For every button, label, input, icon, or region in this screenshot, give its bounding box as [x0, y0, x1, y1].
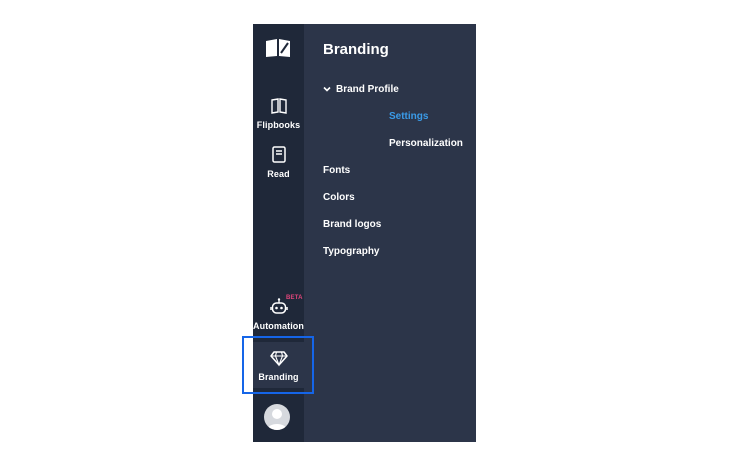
- menu-item-typography[interactable]: Typography: [323, 246, 379, 257]
- rail-item-label: Flipbooks: [256, 120, 301, 130]
- app-shell: Flipbooks Read BETA Automation Branding …: [253, 24, 476, 442]
- menu-item-fonts[interactable]: Fonts: [323, 165, 350, 176]
- menu-item-label: Typography: [323, 246, 380, 257]
- branding-panel: Branding Brand Profile Settings Personal…: [304, 24, 476, 442]
- rail-item-label: Automation: [253, 321, 304, 331]
- beta-badge: BETA: [286, 295, 303, 301]
- menu-item-label: Settings: [389, 111, 429, 122]
- panel-title: Branding: [323, 41, 389, 58]
- document-icon: [271, 146, 286, 163]
- logo-icon[interactable]: [265, 38, 291, 58]
- nav-rail: Flipbooks Read BETA Automation Branding: [253, 24, 304, 442]
- menu-item-label: Personalization: [389, 138, 463, 149]
- rail-item-label: Branding: [258, 372, 299, 382]
- menu-item-label: Fonts: [323, 165, 351, 176]
- rail-item-read[interactable]: Read: [253, 145, 304, 179]
- user-icon: [267, 409, 287, 430]
- rail-item-flipbooks[interactable]: Flipbooks: [253, 96, 304, 130]
- menu-item-brand-logos[interactable]: Brand logos: [323, 219, 381, 230]
- chevron-down-icon: [323, 87, 331, 92]
- menu-item-settings[interactable]: Settings: [389, 111, 428, 122]
- menu-item-label: Brand Profile: [336, 84, 399, 95]
- rail-item-label: Read: [267, 169, 290, 179]
- menu-item-personalization[interactable]: Personalization: [389, 138, 463, 149]
- menu-item-colors[interactable]: Colors: [323, 192, 355, 203]
- diamond-icon: [269, 351, 288, 367]
- menu-item-brand-profile[interactable]: Brand Profile: [323, 84, 399, 95]
- menu-item-label: Colors: [323, 192, 355, 203]
- avatar[interactable]: [264, 404, 290, 430]
- rail-item-automation[interactable]: BETA Automation: [253, 295, 304, 331]
- menu-item-label: Brand logos: [323, 219, 382, 230]
- rail-item-branding[interactable]: Branding: [253, 342, 304, 388]
- book-open-icon: [270, 98, 287, 114]
